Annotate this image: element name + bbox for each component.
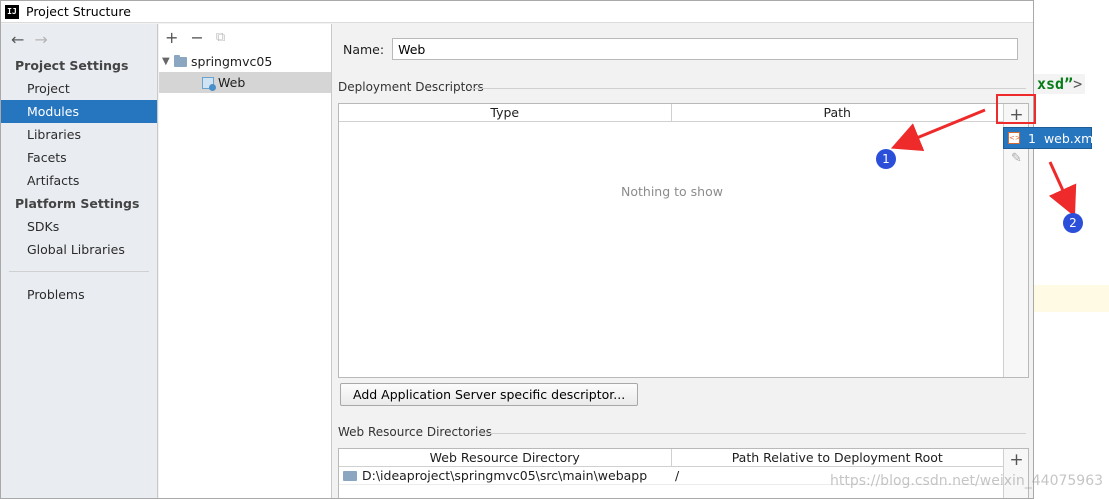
directory-path: D:\ideaproject\springmvc05\src\main\weba…: [362, 468, 648, 483]
history-nav: ← →: [1, 24, 157, 54]
editor-current-line: [1034, 285, 1109, 312]
table-cell-directory: D:\ideaproject\springmvc05\src\main\weba…: [339, 467, 671, 484]
module-tree-pane: + − ⧉ ▼ springmvc05 Web: [159, 24, 332, 498]
section-platform-settings: Platform Settings: [15, 196, 140, 211]
sidebar-item-libraries[interactable]: Libraries: [1, 123, 157, 146]
step-badge-1: 1: [876, 149, 896, 169]
sidebar-item-global-libraries[interactable]: Global Libraries: [1, 238, 157, 261]
column-header-web-resource-directory[interactable]: Web Resource Directory: [339, 449, 672, 466]
table-header: Web Resource Directory Path Relative to …: [339, 449, 1003, 467]
group-divider: [470, 88, 1026, 89]
sidebar-item-problems[interactable]: Problems: [1, 283, 157, 306]
add-icon[interactable]: +: [165, 28, 178, 47]
facet-settings-panel: Name: Deployment Descriptors Type Path N…: [333, 24, 1033, 498]
deployment-descriptors-label: Deployment Descriptors: [338, 80, 484, 94]
copy-icon[interactable]: ⧉: [216, 30, 225, 45]
forward-arrow-icon[interactable]: →: [34, 30, 47, 49]
sidebar-item-modules[interactable]: Modules: [1, 100, 157, 123]
code-snippet: xsd”>: [1034, 74, 1086, 94]
title-bar: IJ Project Structure: [1, 1, 1033, 23]
column-header-relative-path[interactable]: Path Relative to Deployment Root: [672, 449, 1004, 466]
add-directory-icon[interactable]: +: [1004, 449, 1029, 471]
deployment-descriptors-title: Deployment Descriptors: [338, 80, 1026, 94]
back-arrow-icon[interactable]: ←: [11, 30, 24, 49]
name-label: Name:: [343, 41, 385, 57]
tree-node-module[interactable]: ▼ springmvc05: [159, 51, 331, 72]
name-row: Name:: [343, 38, 1019, 60]
tree-toolbar: + − ⧉: [159, 24, 331, 51]
web-resource-directories-label: Web Resource Directories: [338, 425, 492, 439]
folder-icon: [343, 470, 357, 481]
group-divider: [478, 433, 1026, 434]
name-field[interactable]: [392, 38, 1019, 60]
watermark: https://blog.csdn.net/weixin_44075963: [830, 473, 1104, 489]
column-header-type[interactable]: Type: [339, 104, 672, 121]
remove-icon[interactable]: −: [190, 28, 203, 47]
arrow-2: [1048, 161, 1077, 217]
intellij-app-icon: IJ: [5, 4, 19, 19]
section-project-settings: Project Settings: [15, 58, 129, 73]
window-title: Project Structure: [26, 4, 131, 19]
sidebar-item-sdks[interactable]: SDKs: [1, 215, 157, 238]
web-facet-icon: [202, 76, 216, 91]
sidebar-item-artifacts[interactable]: Artifacts: [1, 169, 157, 192]
project-structure-dialog: IJ Project Structure ← → Project Setting…: [0, 0, 1034, 499]
step-badge-2: 2: [1063, 213, 1083, 233]
web-resource-directories-title: Web Resource Directories: [338, 425, 1026, 439]
tree-node-web-facet[interactable]: Web: [159, 72, 331, 93]
chevron-down-icon[interactable]: ▼: [162, 56, 174, 67]
add-server-descriptor-button[interactable]: Add Application Server specific descript…: [340, 383, 639, 406]
module-name: springmvc05: [191, 54, 273, 69]
arrow-1: [890, 108, 986, 152]
settings-sidebar: ← → Project Settings Project Modules Lib…: [1, 24, 158, 498]
sidebar-item-facets[interactable]: Facets: [1, 146, 157, 169]
sidebar-divider: [9, 271, 149, 283]
module-folder-icon: [174, 54, 187, 67]
sidebar-item-project[interactable]: Project: [1, 77, 157, 100]
facet-name: Web: [218, 75, 246, 90]
